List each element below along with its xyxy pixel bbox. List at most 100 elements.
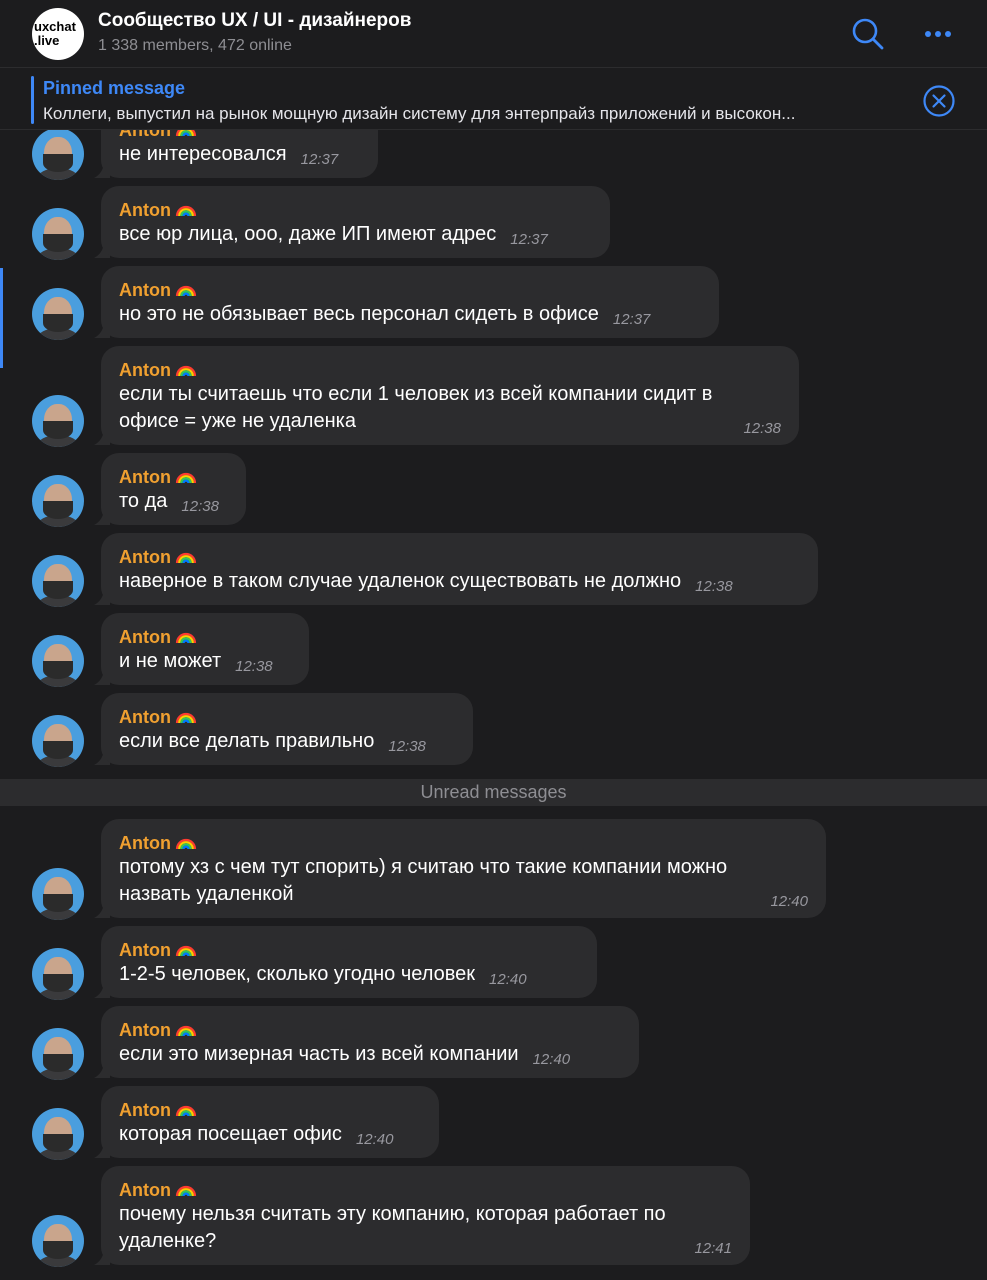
sender-avatar[interactable] xyxy=(32,475,84,527)
message-timestamp: 12:38 xyxy=(388,738,426,755)
sender-name[interactable]: Anton xyxy=(119,1177,732,1201)
sender-name[interactable]: Anton xyxy=(119,1097,421,1121)
message-text-content: все юр лица, ооо, даже ИП имеют адрес xyxy=(119,223,497,245)
more-icon[interactable] xyxy=(918,14,958,54)
rainbow-emoji-icon xyxy=(175,632,197,644)
message-item[interactable]: Anton которая посещает офис 12:40 xyxy=(0,1086,987,1160)
search-icon[interactable] xyxy=(848,14,888,54)
message-text: наверное в таком случае удаленок существ… xyxy=(119,568,800,600)
group-avatar[interactable]: uxchat .live xyxy=(32,8,84,60)
sender-name[interactable]: Anton xyxy=(119,704,455,728)
message-text-content: наверное в таком случае удаленок существ… xyxy=(119,570,682,592)
message-bubble[interactable]: Anton то да 12:38 xyxy=(101,453,246,525)
message-text-content: не интересовался xyxy=(119,143,287,165)
sender-name-text: Anton xyxy=(119,547,171,567)
sender-name[interactable]: Anton xyxy=(119,277,701,301)
sender-avatar[interactable] xyxy=(32,1108,84,1160)
message-item[interactable]: Anton потому хз с чем тут спорить) я счит… xyxy=(0,819,987,920)
sender-name[interactable]: Anton xyxy=(119,544,800,568)
sender-avatar[interactable] xyxy=(32,208,84,260)
sender-name-text: Anton xyxy=(119,200,171,220)
message-item[interactable]: Anton если это мизерная часть из всей ком… xyxy=(0,1006,987,1080)
message-item[interactable]: Anton 1-2-5 человек, сколько угодно челов… xyxy=(0,926,987,1000)
message-timestamp: 12:40 xyxy=(532,1051,571,1068)
message-bubble[interactable]: Anton если это мизерная часть из всей ком… xyxy=(101,1006,639,1078)
sender-avatar[interactable] xyxy=(32,948,84,1000)
sender-name-text: Anton xyxy=(119,627,171,647)
message-text-content: и не может xyxy=(119,650,222,672)
sender-name[interactable]: Anton xyxy=(119,1017,621,1041)
message-item[interactable]: Anton то да 12:38 xyxy=(0,453,987,527)
sender-name-text: Anton xyxy=(119,360,171,380)
rainbow-emoji-icon xyxy=(175,285,197,297)
message-bubble[interactable]: Anton все юр лица, ооо, даже ИП имеют адр… xyxy=(101,186,610,258)
message-item[interactable]: Anton наверное в таком случае удаленок су… xyxy=(0,533,987,607)
sender-name[interactable]: Anton xyxy=(119,464,228,488)
rainbow-emoji-icon xyxy=(175,945,197,957)
message-bubble[interactable]: Anton и не может 12:38 xyxy=(101,613,309,685)
sender-avatar[interactable] xyxy=(32,715,84,767)
message-timestamp: 12:40 xyxy=(355,1131,394,1148)
sender-name-text: Anton xyxy=(119,833,171,853)
message-bubble[interactable]: Anton если ты считаешь что если 1 человек… xyxy=(101,346,799,445)
message-text: если ты считаешь что если 1 человек из в… xyxy=(119,381,781,435)
sender-name-text: Anton xyxy=(119,467,171,487)
message-text: не интересовался 12:37 xyxy=(119,141,360,173)
message-timestamp: 12:40 xyxy=(770,893,808,910)
close-circle-icon[interactable] xyxy=(922,84,956,118)
message-item[interactable]: Anton почему нельзя считать эту компанию,… xyxy=(0,1166,987,1267)
sender-name[interactable]: Anton xyxy=(119,937,579,961)
pinned-message-bar[interactable]: Pinned message Коллеги, выпустил на рыно… xyxy=(0,68,987,130)
rainbow-emoji-icon xyxy=(175,1025,197,1037)
unread-separator: Unread messages xyxy=(0,779,987,806)
group-avatar-logo: uxchat .live xyxy=(34,19,76,48)
message-text-content: то да xyxy=(119,490,168,512)
message-bubble[interactable]: Anton почему нельзя считать эту компанию,… xyxy=(101,1166,750,1265)
rainbow-emoji-icon xyxy=(175,838,197,850)
message-bubble[interactable]: Anton 1-2-5 человек, сколько угодно челов… xyxy=(101,926,597,998)
sender-avatar[interactable] xyxy=(32,1215,84,1267)
rainbow-emoji-icon xyxy=(175,472,197,484)
message-bubble[interactable]: Anton наверное в таком случае удаленок су… xyxy=(101,533,818,605)
message-timestamp: 12:41 xyxy=(694,1240,732,1257)
rainbow-emoji-icon xyxy=(175,552,197,564)
rainbow-emoji-icon xyxy=(175,205,197,217)
rainbow-emoji-icon xyxy=(175,1185,197,1197)
chat-title[interactable]: Сообщество UX / UI - дизайнеров xyxy=(98,10,411,32)
sender-name[interactable]: Anton xyxy=(119,624,291,648)
sender-avatar[interactable] xyxy=(32,128,84,180)
sender-avatar[interactable] xyxy=(32,395,84,447)
message-text-content: если все делать правильно xyxy=(119,730,375,752)
sender-avatar[interactable] xyxy=(32,555,84,607)
pinned-title: Pinned message xyxy=(43,78,186,98)
sender-name[interactable]: Anton xyxy=(119,197,592,221)
message-timestamp: 12:37 xyxy=(510,231,548,248)
sender-name-text: Anton xyxy=(119,940,171,960)
chat-area[interactable]: Anton не интересовался 12:37 Anton все юр ли… xyxy=(0,0,987,1280)
message-text-content: которая посещает офис xyxy=(119,1123,342,1145)
message-bubble[interactable]: Anton потому хз с чем тут спорить) я счит… xyxy=(101,819,826,918)
message-timestamp: 12:38 xyxy=(695,578,733,595)
sender-name-text: Anton xyxy=(119,1180,171,1200)
sender-name[interactable]: Anton xyxy=(119,830,808,854)
message-item[interactable]: Anton и не может 12:38 xyxy=(0,613,987,687)
message-text-content: если это мизерная часть из всей компании xyxy=(119,1043,519,1065)
pinned-text: Коллеги, выпустил на рынок мощную дизайн… xyxy=(43,104,796,123)
sender-name-text: Anton xyxy=(119,707,171,727)
message-text: которая посещает офис 12:40 xyxy=(119,1121,421,1153)
sender-name[interactable]: Anton xyxy=(119,357,781,381)
message-timestamp: 12:38 xyxy=(181,498,219,515)
message-item[interactable]: Anton но это не обязывает весь персонал с… xyxy=(0,266,987,340)
message-item[interactable]: Anton если ты считаешь что если 1 человек… xyxy=(0,346,987,447)
message-text-content: потому хз с чем тут спорить) я считаю чт… xyxy=(119,856,728,905)
message-item[interactable]: Anton если все делать правильно 12:38 xyxy=(0,693,987,767)
message-bubble[interactable]: Anton если все делать правильно 12:38 xyxy=(101,693,473,765)
sender-avatar[interactable] xyxy=(32,1028,84,1080)
message-bubble[interactable]: Anton которая посещает офис 12:40 xyxy=(101,1086,439,1158)
sender-avatar[interactable] xyxy=(32,868,84,920)
message-bubble[interactable]: Anton но это не обязывает весь персонал с… xyxy=(101,266,719,338)
sender-avatar[interactable] xyxy=(32,288,84,340)
message-item[interactable]: Anton все юр лица, ооо, даже ИП имеют адр… xyxy=(0,186,987,260)
message-text-content: если ты считаешь что если 1 человек из в… xyxy=(119,383,713,432)
sender-avatar[interactable] xyxy=(32,635,84,687)
